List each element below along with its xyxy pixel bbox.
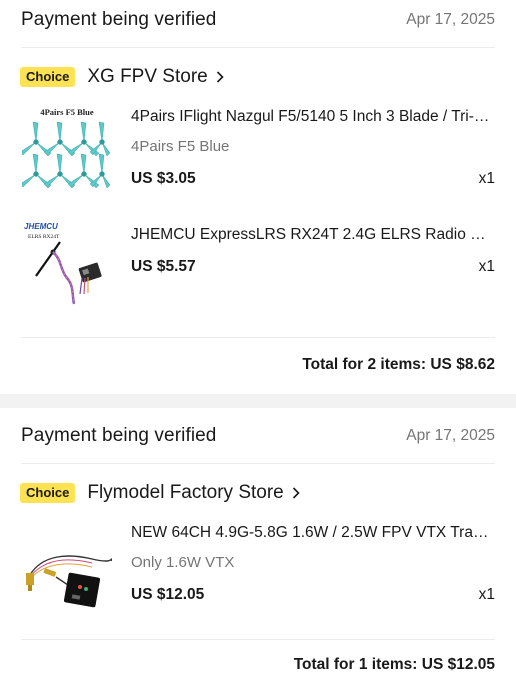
divider bbox=[21, 47, 495, 48]
order-item[interactable]: 4Pairs F5 Blue 4Pairs IFlight Nazgul F5/… bbox=[0, 104, 516, 204]
image-caption: ELRS RX24T bbox=[28, 234, 60, 240]
item-title[interactable]: NEW 64CH 4.9G-5.8G 1.6W / 2.5W FPV VTX T… bbox=[131, 524, 496, 542]
chevron-right-icon bbox=[216, 71, 224, 83]
item-price: US $5.57 bbox=[131, 258, 196, 275]
product-image-receiver[interactable]: JHEMCU ELRS RX24T bbox=[22, 220, 112, 310]
divider bbox=[21, 463, 495, 464]
store-link[interactable]: Choice XG FPV Store bbox=[20, 65, 224, 89]
order-total: Total for 2 items: US $8.62 bbox=[302, 356, 495, 373]
order-date: Apr 17, 2025 bbox=[406, 427, 495, 444]
chevron-right-icon bbox=[292, 487, 300, 499]
order-total: Total for 1 items: US $12.05 bbox=[293, 656, 495, 673]
product-image-propellers[interactable]: 4Pairs F5 Blue bbox=[19, 104, 112, 194]
item-variant: 4Pairs F5 Blue bbox=[131, 138, 230, 155]
order-header: Payment being verified Apr 17, 2025 bbox=[21, 8, 495, 32]
item-variant: Only 1.6W VTX bbox=[131, 554, 235, 571]
order-status: Payment being verified bbox=[21, 425, 217, 446]
image-caption: 4Pairs F5 Blue bbox=[40, 107, 94, 117]
store-name[interactable]: XG FPV Store bbox=[87, 66, 207, 88]
divider bbox=[21, 337, 495, 338]
image-brand: JHEMCU bbox=[24, 222, 58, 231]
item-quantity: x1 bbox=[478, 586, 495, 603]
product-image-vtx[interactable] bbox=[22, 525, 113, 615]
choice-badge: Choice bbox=[20, 483, 76, 503]
store-link[interactable]: Choice Flymodel Factory Store bbox=[20, 481, 300, 505]
order-card[interactable]: Payment being verified Apr 17, 2025 Choi… bbox=[0, 0, 516, 394]
store-name[interactable]: Flymodel Factory Store bbox=[87, 482, 283, 504]
item-quantity: x1 bbox=[478, 170, 495, 187]
order-item[interactable]: NEW 64CH 4.9G-5.8G 1.6W / 2.5W FPV VTX T… bbox=[0, 520, 516, 620]
order-header: Payment being verified Apr 17, 2025 bbox=[21, 424, 495, 448]
item-title[interactable]: 4Pairs IFlight Nazgul F5/5140 5 Inch 3 B… bbox=[131, 108, 496, 126]
order-date: Apr 17, 2025 bbox=[406, 11, 495, 28]
item-quantity: x1 bbox=[478, 258, 495, 275]
divider bbox=[21, 639, 495, 640]
order-item[interactable]: JHEMCU ELRS RX24T JHEMCU ExpressLRS RX24… bbox=[0, 216, 516, 316]
item-price: US $3.05 bbox=[131, 170, 196, 187]
item-title[interactable]: JHEMCU ExpressLRS RX24T 2.4G ELRS Radio … bbox=[131, 226, 496, 244]
order-card[interactable]: Payment being verified Apr 17, 2025 Choi… bbox=[0, 408, 516, 700]
choice-badge: Choice bbox=[20, 67, 76, 87]
order-status: Payment being verified bbox=[21, 9, 217, 30]
item-price: US $12.05 bbox=[131, 586, 205, 603]
